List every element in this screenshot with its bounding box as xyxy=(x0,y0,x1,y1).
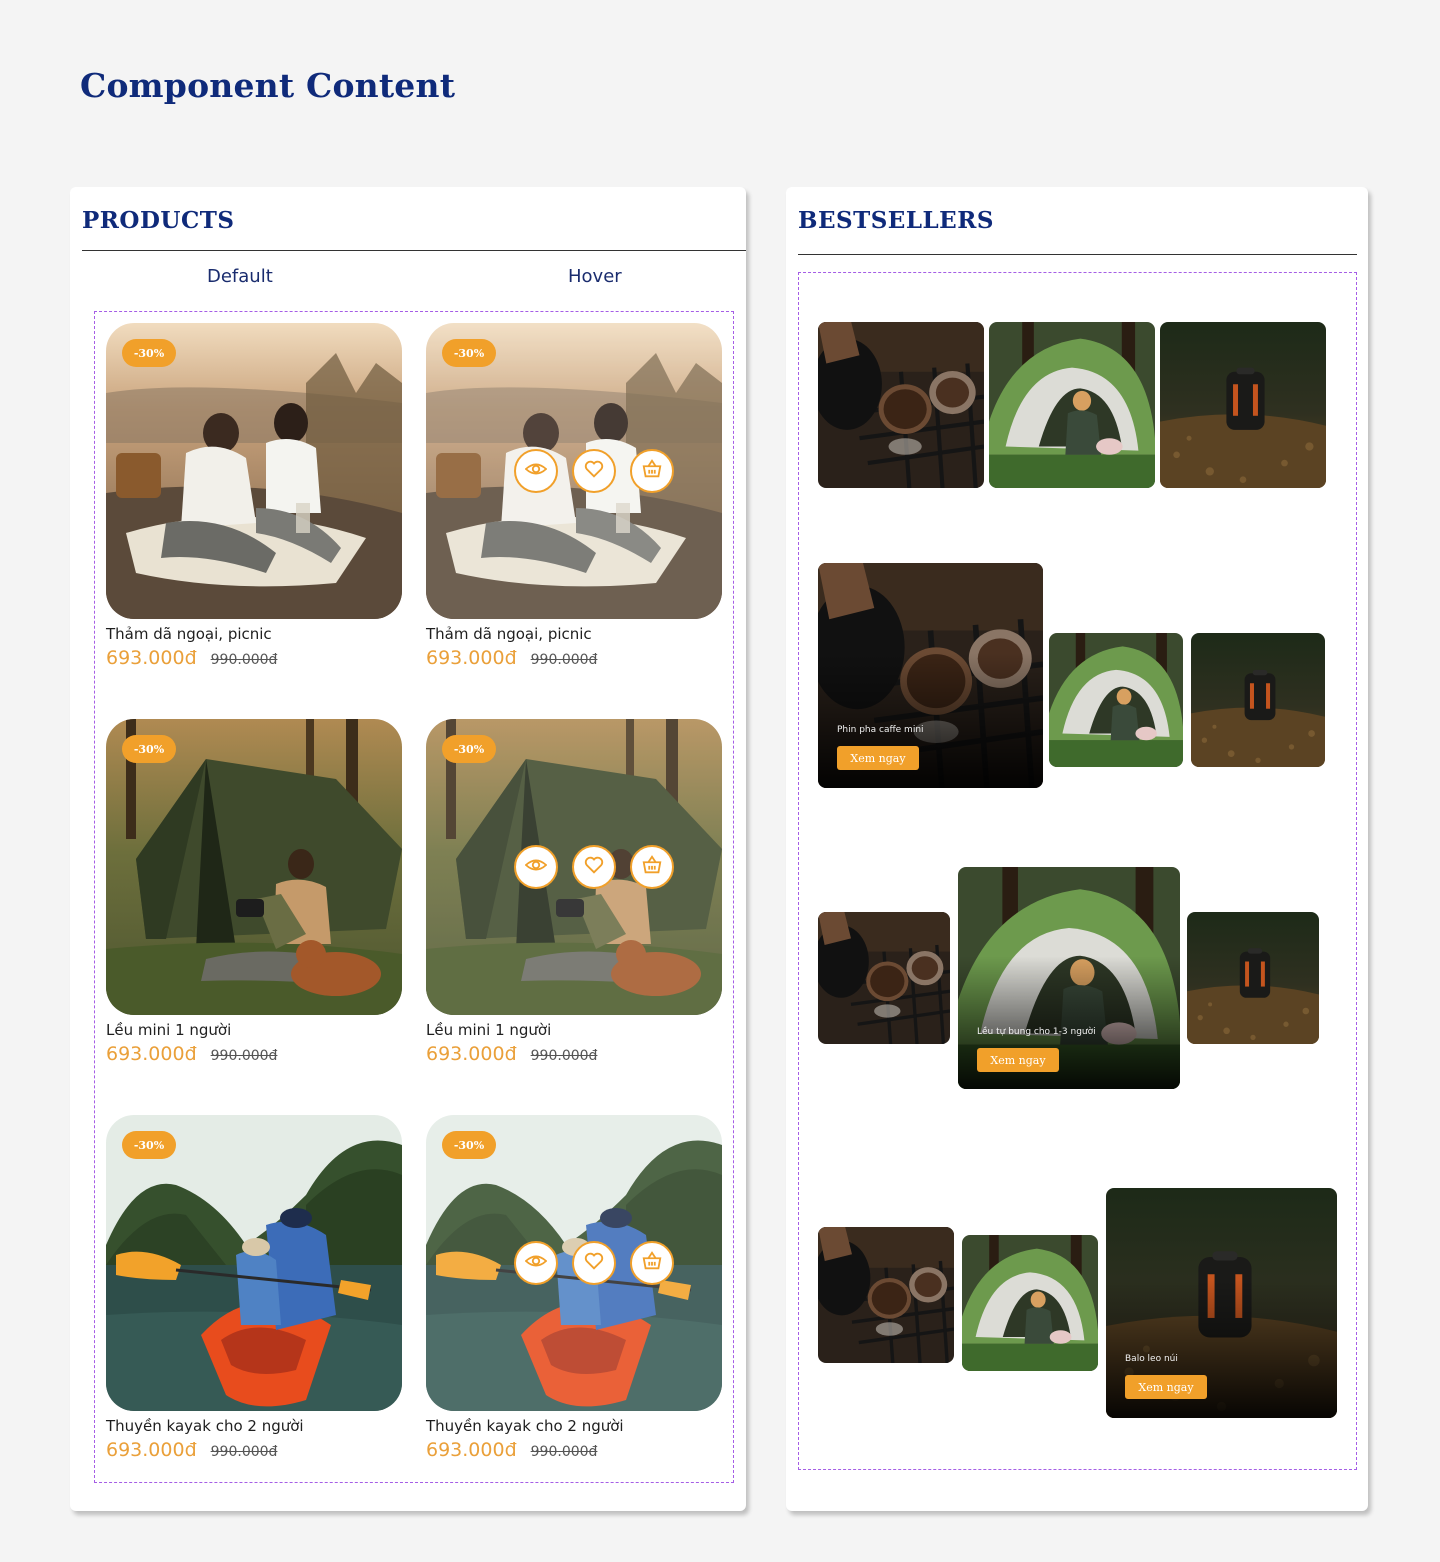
bestseller-tile-backpack[interactable] xyxy=(1187,912,1319,1044)
discount-badge: -30% xyxy=(442,339,496,367)
product-image[interactable]: -30% xyxy=(426,323,722,619)
heart-icon xyxy=(583,458,605,484)
bestseller-tile-backpack[interactable] xyxy=(1160,322,1326,488)
product-old-price: 990.000đ xyxy=(530,652,598,668)
heart-icon xyxy=(583,854,605,880)
product-price: 693.000đ xyxy=(106,1043,197,1065)
product-old-price: 990.000đ xyxy=(530,1048,598,1064)
product-image[interactable]: -30% xyxy=(106,719,402,1015)
bestseller-tile-tent[interactable] xyxy=(962,1235,1098,1371)
bestseller-featured-backpack[interactable]: Balo leo núi Xem ngay xyxy=(1106,1188,1337,1418)
product-card[interactable]: -30% Thảm dã ngoại, picnic 693.000đ 990.… xyxy=(106,323,402,669)
bestseller-tile-coffee[interactable] xyxy=(818,322,984,488)
quick-view-button[interactable] xyxy=(514,845,558,889)
product-price: 693.000đ xyxy=(106,1439,197,1461)
product-name[interactable]: Thảm dã ngoại, picnic xyxy=(106,625,402,643)
page-title: Component Content xyxy=(80,66,456,105)
bestseller-tile-coffee[interactable] xyxy=(818,1227,954,1363)
product-old-price: 990.000đ xyxy=(210,652,278,668)
column-label-hover: Hover xyxy=(568,266,622,287)
column-label-default: Default xyxy=(207,266,273,287)
featured-caption: Phin pha caffe mini xyxy=(837,725,924,735)
wishlist-button[interactable] xyxy=(572,1241,616,1285)
quick-view-button[interactable] xyxy=(514,449,558,493)
product-old-price: 990.000đ xyxy=(530,1444,598,1460)
products-heading: PRODUCTS xyxy=(82,207,235,234)
view-now-button[interactable]: Xem ngay xyxy=(977,1048,1059,1072)
view-now-button[interactable]: Xem ngay xyxy=(837,746,919,770)
discount-badge: -30% xyxy=(122,735,176,763)
product-image[interactable]: -30% xyxy=(426,719,722,1015)
product-card-hover[interactable]: -30% Lều mini 1 người 693.000đ 990.000đ xyxy=(426,719,722,1065)
product-price: 693.000đ xyxy=(106,647,197,669)
heart-icon xyxy=(583,1250,605,1276)
basket-icon xyxy=(641,458,663,484)
featured-caption: Balo leo núi xyxy=(1125,1354,1178,1364)
eye-icon xyxy=(524,1250,548,1276)
product-old-price: 990.000đ xyxy=(210,1444,278,1460)
bestseller-featured-tent[interactable]: Lều tự bung cho 1-3 người Xem ngay xyxy=(958,867,1180,1089)
product-name[interactable]: Thảm dã ngoại, picnic xyxy=(426,625,722,643)
product-name[interactable]: Lều mini 1 người xyxy=(106,1021,402,1039)
featured-caption: Lều tự bung cho 1-3 người xyxy=(977,1027,1096,1037)
discount-badge: -30% xyxy=(442,735,496,763)
products-divider xyxy=(82,250,746,251)
view-now-button[interactable]: Xem ngay xyxy=(1125,1375,1207,1399)
product-name[interactable]: Thuyền kayak cho 2 người xyxy=(426,1417,722,1435)
wishlist-button[interactable] xyxy=(572,845,616,889)
product-name[interactable]: Thuyền kayak cho 2 người xyxy=(106,1417,402,1435)
quick-view-button[interactable] xyxy=(514,1241,558,1285)
product-image[interactable]: -30% xyxy=(106,323,402,619)
bestsellers-divider xyxy=(798,254,1357,255)
add-to-cart-button[interactable] xyxy=(630,1241,674,1285)
bestseller-tile-tent[interactable] xyxy=(989,322,1155,488)
bestseller-tile-backpack[interactable] xyxy=(1191,633,1325,767)
product-card[interactable]: -30% Lều mini 1 người 693.000đ 990.000đ xyxy=(106,719,402,1065)
product-price: 693.000đ xyxy=(426,1439,517,1461)
discount-badge: -30% xyxy=(122,1131,176,1159)
product-card-hover[interactable]: -30% Thuyền kayak cho 2 người 693.000đ 9… xyxy=(426,1115,722,1461)
product-card[interactable]: -30% Thuyền kayak cho 2 người 693.000đ 9… xyxy=(106,1115,402,1461)
product-price: 693.000đ xyxy=(426,1043,517,1065)
basket-icon xyxy=(641,854,663,880)
product-price: 693.000đ xyxy=(426,647,517,669)
products-panel: PRODUCTS Default Hover -30% Thảm dã ngoạ… xyxy=(70,187,746,1511)
product-name[interactable]: Lều mini 1 người xyxy=(426,1021,722,1039)
discount-badge: -30% xyxy=(442,1131,496,1159)
product-card-hover[interactable]: -30% Thảm dã ngoại, picnic 693.000đ 990.… xyxy=(426,323,722,669)
wishlist-button[interactable] xyxy=(572,449,616,493)
product-image[interactable]: -30% xyxy=(426,1115,722,1411)
eye-icon xyxy=(524,458,548,484)
eye-icon xyxy=(524,854,548,880)
discount-badge: -30% xyxy=(122,339,176,367)
product-old-price: 990.000đ xyxy=(210,1048,278,1064)
bestseller-tile-coffee[interactable] xyxy=(818,912,950,1044)
bestsellers-panel: BESTSELLERS Phin pha caffe mini Xem ngay… xyxy=(786,187,1368,1511)
bestseller-featured-coffee[interactable]: Phin pha caffe mini Xem ngay xyxy=(818,563,1043,788)
bestsellers-heading: BESTSELLERS xyxy=(798,207,994,234)
add-to-cart-button[interactable] xyxy=(630,845,674,889)
product-image[interactable]: -30% xyxy=(106,1115,402,1411)
add-to-cart-button[interactable] xyxy=(630,449,674,493)
basket-icon xyxy=(641,1250,663,1276)
bestseller-tile-tent[interactable] xyxy=(1049,633,1183,767)
